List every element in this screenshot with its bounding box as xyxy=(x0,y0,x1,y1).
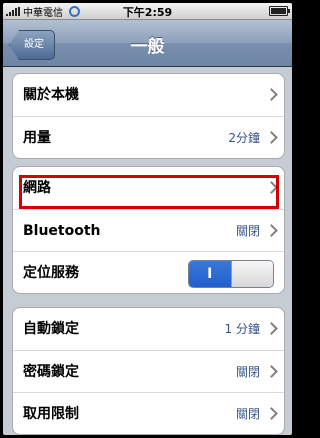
row-label: 定位服務 xyxy=(23,265,79,281)
settings-group-about: 關於本機 用量 2分鐘 xyxy=(12,73,285,159)
row-usage[interactable]: 用量 2分鐘 xyxy=(13,116,284,158)
navigation-bar: 設定 一般 xyxy=(3,20,292,67)
row-value: 關閉 xyxy=(235,365,260,379)
row-auto-lock[interactable]: 自動鎖定 1 分鐘 xyxy=(13,308,284,350)
chevron-right-icon xyxy=(265,322,278,335)
toggle-on-label: I xyxy=(189,261,231,287)
page-title: 一般 xyxy=(130,37,165,57)
row-label: 關於本機 xyxy=(23,87,79,103)
chevron-right-icon xyxy=(265,365,278,378)
chevron-right-icon xyxy=(265,131,278,144)
row-label: Bluetooth xyxy=(23,223,101,239)
toggle-knob[interactable] xyxy=(230,261,273,287)
chevron-right-icon xyxy=(265,407,278,420)
row-label: 取用限制 xyxy=(23,406,79,422)
row-bluetooth[interactable]: Bluetooth 關閉 xyxy=(13,209,284,251)
settings-group-lock: 自動鎖定 1 分鐘 密碼鎖定 關閉 取用限制 關閉 xyxy=(12,307,285,435)
row-network[interactable]: 網路 xyxy=(13,167,284,209)
row-value: 關閉 xyxy=(235,407,260,421)
row-label: 網路 xyxy=(23,180,51,196)
row-passcode-lock[interactable]: 密碼鎖定 關閉 xyxy=(13,350,284,392)
row-label: 自動鎖定 xyxy=(23,321,79,337)
status-bar: 中華電信 下午2:59 xyxy=(3,3,292,20)
row-label: 用量 xyxy=(23,130,51,146)
row-value: 2分鐘 xyxy=(228,131,260,145)
status-time: 下午2:59 xyxy=(122,6,173,19)
row-value: 1 分鐘 xyxy=(224,322,260,336)
location-toggle[interactable]: I xyxy=(188,260,274,288)
row-location-services: 定位服務 I xyxy=(13,251,284,293)
row-restrictions[interactable]: 取用限制 關閉 xyxy=(13,392,284,434)
chevron-right-icon xyxy=(265,181,278,194)
chevron-right-icon xyxy=(265,224,278,237)
screen: 中華電信 下午2:59 設定 一般 關於本機 用量 2分鐘 網路 Bluetoo… xyxy=(3,3,292,435)
row-about[interactable]: 關於本機 xyxy=(13,74,284,116)
chevron-right-icon xyxy=(265,88,278,101)
row-label: 密碼鎖定 xyxy=(23,364,79,380)
row-value: 關閉 xyxy=(235,224,260,238)
battery-icon xyxy=(269,6,290,16)
settings-group-network: 網路 Bluetooth 關閉 定位服務 I xyxy=(12,166,285,294)
